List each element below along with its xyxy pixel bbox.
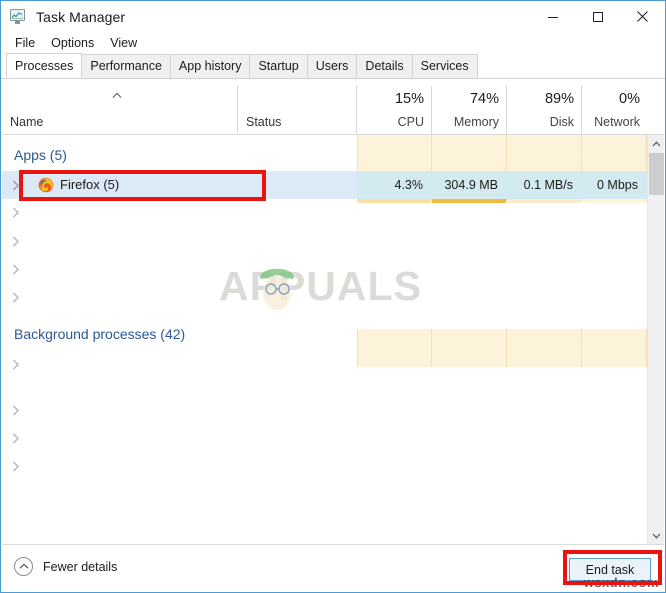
menu-item-view[interactable]: View bbox=[103, 34, 144, 52]
cell-disk-firefox: 0.1 MB/s bbox=[523, 178, 573, 192]
column-header-disk[interactable]: 89% Disk bbox=[507, 86, 582, 134]
column-header-network[interactable]: 0% Network bbox=[582, 86, 647, 134]
table-row-firefox[interactable]: Firefox (5) 4.3% 304.9 MB 0.1 MB/s 0 Mbp… bbox=[2, 171, 647, 199]
title-bar: Task Manager bbox=[1, 1, 665, 32]
column-header-name[interactable]: Name bbox=[2, 86, 238, 134]
column-header-status-label: Status bbox=[246, 115, 282, 129]
expand-chevron-icon[interactable] bbox=[12, 180, 20, 191]
task-manager-icon bbox=[10, 8, 27, 25]
scroll-down-arrow-icon[interactable] bbox=[648, 527, 664, 544]
table-row-app-4[interactable] bbox=[2, 255, 647, 283]
group-header-apps[interactable]: Apps (5) bbox=[2, 141, 647, 169]
expand-chevron-icon[interactable] bbox=[12, 405, 20, 416]
tab-performance[interactable]: Performance bbox=[81, 54, 171, 78]
tab-app-history[interactable]: App history bbox=[169, 54, 251, 78]
column-header-cpu-percent: 15% bbox=[394, 91, 424, 107]
column-header-network-percent: 0% bbox=[619, 91, 640, 107]
site-watermark-text: wsxdn.com bbox=[583, 575, 659, 590]
column-header-status[interactable]: Status bbox=[238, 86, 357, 134]
tab-services[interactable]: Services bbox=[411, 54, 478, 78]
table-row-app-5[interactable] bbox=[2, 283, 647, 311]
expand-chevron-icon[interactable] bbox=[12, 264, 20, 275]
cell-network-firefox: 0 Mbps bbox=[597, 178, 638, 192]
column-header-disk-label: Disk bbox=[549, 115, 574, 129]
table-row-bg-3[interactable] bbox=[2, 424, 647, 452]
column-header-cpu-label: CPU bbox=[397, 115, 424, 129]
menu-bar: File Options View bbox=[1, 32, 665, 54]
column-header-network-label: Network bbox=[594, 115, 640, 129]
group-header-background-processes[interactable]: Background processes (42) bbox=[2, 320, 647, 348]
tab-strip: Processes Performance App history Startu… bbox=[1, 53, 665, 79]
vertical-scrollbar[interactable] bbox=[647, 135, 664, 544]
column-header-cpu[interactable]: 15% CPU bbox=[357, 86, 432, 134]
expand-chevron-icon[interactable] bbox=[12, 359, 20, 370]
menu-item-file[interactable]: File bbox=[8, 34, 42, 52]
task-manager-window: Task Manager File Options View Processes… bbox=[0, 0, 666, 593]
expand-chevron-icon[interactable] bbox=[12, 207, 20, 218]
cell-cpu-firefox: 4.3% bbox=[394, 178, 424, 192]
process-list[interactable]: Apps (5) Firefox (5) 4.3% 304.9 MB 0.1 M… bbox=[2, 135, 664, 544]
tab-users[interactable]: Users bbox=[306, 54, 358, 78]
maximize-icon[interactable] bbox=[575, 1, 620, 32]
menu-item-options[interactable]: Options bbox=[44, 34, 101, 52]
expand-chevron-icon[interactable] bbox=[12, 461, 20, 472]
column-header-name-label: Name bbox=[10, 115, 44, 129]
process-name-firefox: Firefox (5) bbox=[60, 177, 120, 192]
column-header-memory-percent: 74% bbox=[469, 91, 499, 107]
firefox-icon bbox=[38, 177, 54, 193]
expand-chevron-icon[interactable] bbox=[12, 292, 20, 303]
expand-chevron-icon[interactable] bbox=[12, 433, 20, 444]
graph-glyph bbox=[12, 11, 23, 19]
minimize-icon[interactable] bbox=[530, 1, 575, 32]
scrollbar-thumb[interactable] bbox=[649, 153, 664, 195]
cell-memory-firefox: 304.9 MB bbox=[444, 178, 498, 192]
table-row-app-2[interactable] bbox=[2, 198, 647, 226]
column-header-memory[interactable]: 74% Memory bbox=[432, 86, 507, 134]
group-header-apps-label: Apps (5) bbox=[14, 147, 67, 163]
tab-details[interactable]: Details bbox=[356, 54, 413, 78]
fewer-details-label: Fewer details bbox=[43, 559, 118, 574]
column-header-row: Name Status 15% CPU 74% Memory 89% Disk … bbox=[2, 86, 664, 135]
chevron-up-circle-icon bbox=[14, 557, 33, 576]
column-header-memory-label: Memory bbox=[453, 115, 499, 129]
scroll-up-arrow-icon[interactable] bbox=[648, 135, 664, 152]
table-row-bg-4[interactable] bbox=[2, 452, 647, 480]
expand-chevron-icon[interactable] bbox=[12, 236, 20, 247]
tab-startup[interactable]: Startup bbox=[249, 54, 308, 78]
group-header-background-processes-label: Background processes (42) bbox=[14, 326, 186, 342]
window-controls bbox=[530, 1, 665, 32]
table-row-bg-1[interactable] bbox=[2, 350, 647, 378]
column-header-disk-percent: 89% bbox=[544, 91, 574, 107]
tab-processes[interactable]: Processes bbox=[6, 53, 83, 78]
window-title: Task Manager bbox=[36, 8, 126, 25]
table-row-app-3[interactable] bbox=[2, 227, 647, 255]
close-icon[interactable] bbox=[620, 1, 665, 32]
sort-ascending-icon bbox=[112, 92, 122, 98]
table-row-bg-2[interactable] bbox=[2, 396, 647, 424]
fewer-details-button[interactable]: Fewer details bbox=[14, 557, 117, 576]
footer-bar: Fewer details End task wsxdn.com bbox=[2, 544, 664, 592]
